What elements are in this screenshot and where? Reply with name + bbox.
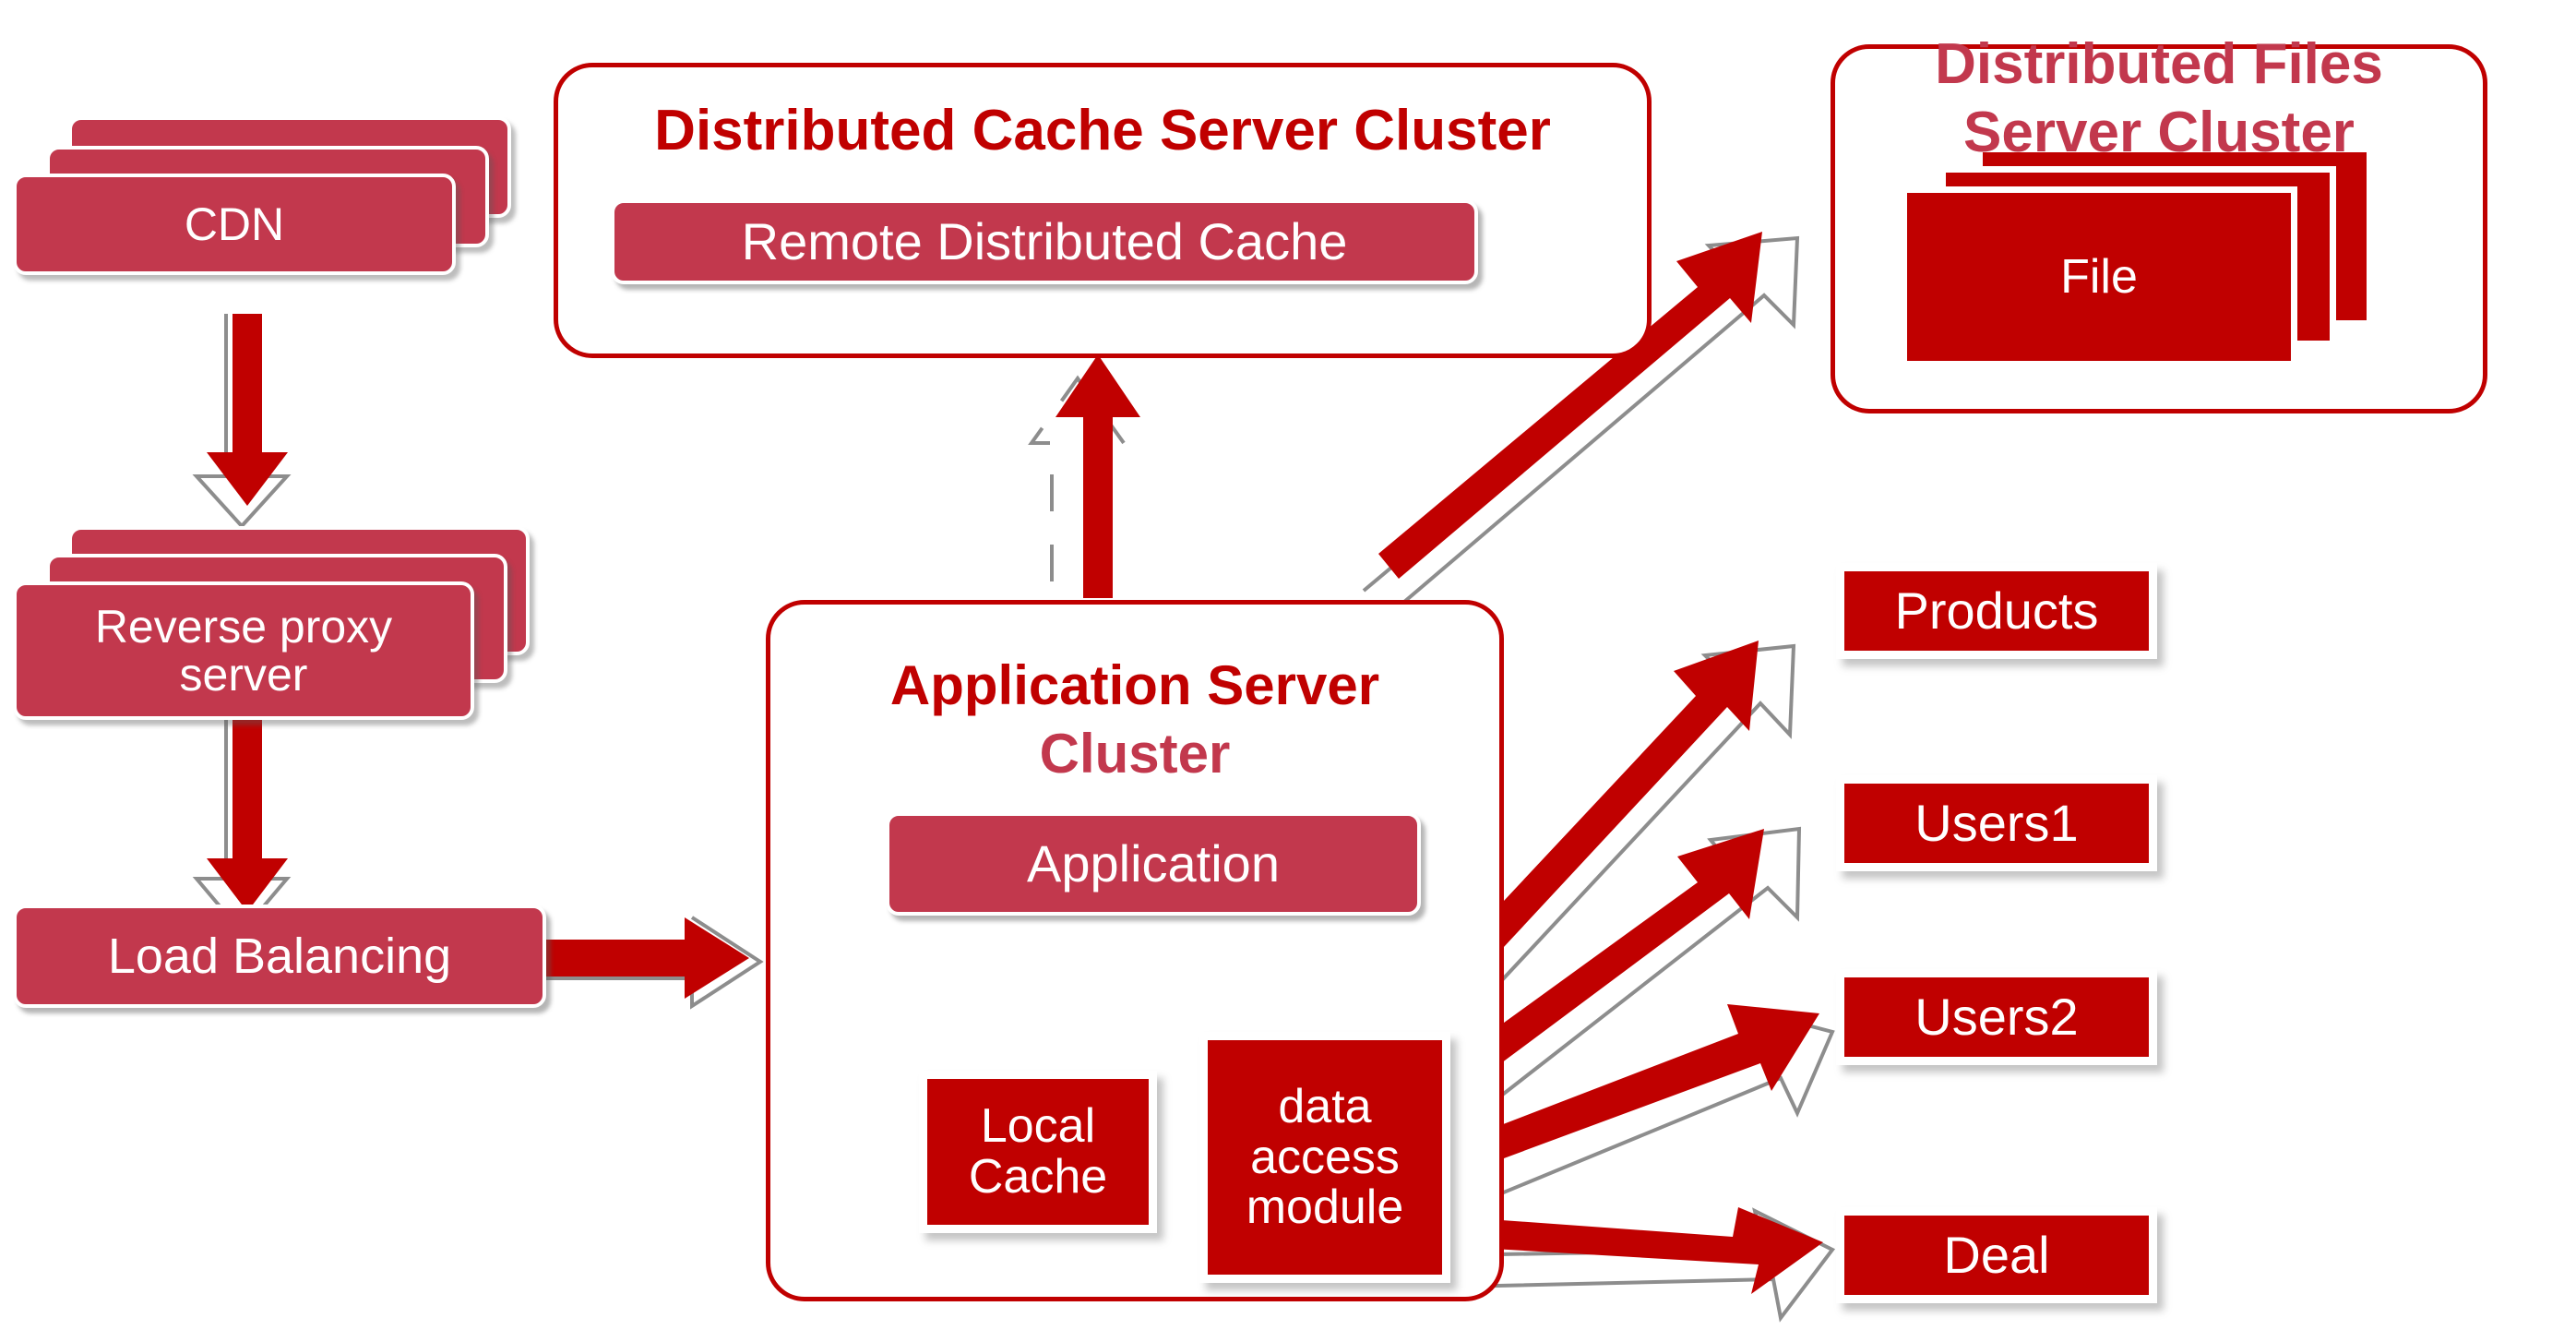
database-users1[interactable]: Users1 [1836,775,2157,871]
database-deal[interactable]: Deal [1836,1207,2157,1303]
application-server-cluster-title-line2: Cluster [1039,723,1231,785]
application-box[interactable]: Application [886,812,1421,916]
distributed-cache-server-cluster-title: Distributed Cache Server Cluster [654,99,1551,162]
edge-load-balancing-to-app-cluster [541,916,764,1010]
reverse-proxy-server-stack[interactable]: Reverse proxy server [13,526,548,766]
data-access-module-box[interactable]: data access module [1199,1032,1450,1283]
application-server-cluster-title-line1: Application Server [889,654,1380,716]
edge-app-cluster-to-cache-cluster [1028,354,1140,598]
distributed-files-server-cluster-title-line1: Distributed Files [1935,32,2383,96]
load-balancing-box[interactable]: Load Balancing [13,905,546,1008]
edge-cdn-to-reverse-proxy [192,314,292,529]
database-users2[interactable]: Users2 [1836,969,2157,1065]
file-server-stack[interactable]: File [1901,146,2380,367]
local-cache-label-line1: Local [980,1099,1096,1154]
reverse-proxy-server-label-line2: server [179,649,308,701]
cdn-server-stack[interactable]: CDN [13,116,530,329]
reverse-proxy-server-label-line1: Reverse proxy [94,600,393,653]
reverse-proxy-server-box[interactable]: Reverse proxy server [13,581,474,720]
data-access-module-label-line1: data [1278,1080,1372,1134]
data-access-module-label-line3: module [1246,1180,1404,1235]
distributed-files-server-cluster-title-line2: Server Cluster [1963,101,2355,164]
file-box[interactable]: File [1901,186,2297,367]
local-cache-box[interactable]: Local Cache [919,1071,1157,1233]
remote-distributed-cache[interactable]: Remote Distributed Cache [611,199,1478,284]
architecture-diagram-canvas: .ghost{fill:none;stroke:#8d8d8d;stroke-w… [0,0,2576,1342]
data-access-module-label-line2: access [1250,1130,1400,1184]
cdn-box[interactable]: CDN [13,174,456,275]
database-products[interactable]: Products [1836,563,2157,659]
local-cache-label-line2: Cache [968,1150,1108,1204]
